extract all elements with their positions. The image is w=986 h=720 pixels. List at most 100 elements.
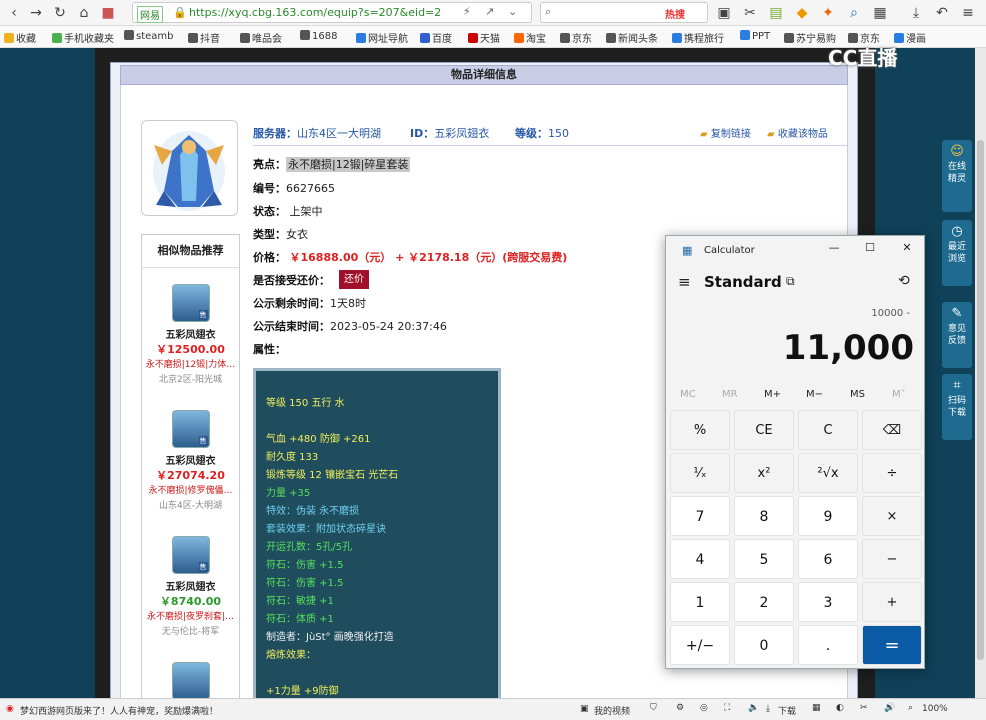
bookmark-item[interactable]: 收藏 [4,30,36,45]
digit-3-key[interactable]: 3 [798,582,858,622]
decimal-key[interactable]: . [798,625,858,665]
grid-icon[interactable]: ▦ [870,3,890,23]
bookmark-item[interactable]: 1688 [300,30,337,42]
digit-5-key[interactable]: 5 [734,539,794,579]
digit-8-key[interactable]: 8 [734,496,794,536]
bookmark-item[interactable]: 新闻头条 [606,30,658,45]
bargain-button[interactable]: 还价 [339,270,369,289]
divide-key[interactable]: ÷ [862,453,922,493]
memory-button[interactable]: MC [680,389,696,400]
memory-button[interactable]: M+ [764,389,781,400]
sidebar-item[interactable]: ⌗ 扫码下载 [942,374,972,440]
copy-link-button[interactable]: ▰ 复制链接 [700,125,751,140]
share-icon[interactable]: ↗ [485,5,494,18]
bookmark-item[interactable]: 携程旅行 [672,30,724,45]
subtract-key[interactable]: − [862,539,922,579]
digit-7-key[interactable]: 7 [670,496,730,536]
sound-icon[interactable]: 🔊 [884,703,895,713]
similar-item-thumb[interactable]: 售 [171,536,210,574]
download-icon[interactable]: ⤓ [906,3,926,23]
search-box[interactable]: ⌕ 热搜 [540,2,708,23]
memory-button[interactable]: MR [722,389,738,400]
screenshot-icon[interactable]: ▣ [714,3,734,23]
bag-icon[interactable]: ■ [98,3,118,23]
scroll-thumb[interactable] [977,140,984,660]
minimize-icon[interactable]: — [824,241,844,259]
sidebar-item[interactable]: ☺ 在线精灵 [942,140,972,212]
settings-icon[interactable]: ⚙ [676,703,684,713]
memory-button[interactable]: M˅ [892,389,906,400]
digit-9-key[interactable]: 9 [798,496,858,536]
similar-item-name[interactable]: 五彩凤翅衣 [141,578,240,593]
forward-icon[interactable]: → [26,3,46,23]
sidebar-item[interactable]: ◷ 最近浏览 [942,220,972,286]
digit-4-key[interactable]: 4 [670,539,730,579]
status-download-link[interactable]: 下载 [778,704,796,717]
bookmark-item[interactable]: 抖音 [188,30,220,45]
square-root-key[interactable]: ²√x [798,453,858,493]
zoom-level[interactable]: 100% [922,704,948,714]
bookmark-item[interactable]: 手机收藏夹 [52,30,114,45]
equals-key[interactable]: = [862,625,922,665]
similar-item-thumb[interactable]: 售 [171,284,210,322]
multiply-key[interactable]: × [862,496,922,536]
keep-on-top-icon[interactable]: ⧉ [786,274,795,289]
bookmark-item[interactable]: 唯品会 [240,30,282,45]
find-icon[interactable]: ⌕ [844,3,864,23]
my-videos-link[interactable]: 我的视频 [594,704,630,717]
memory-button[interactable]: M− [806,389,823,400]
bookmark-item[interactable]: 网址导航 [356,30,408,45]
shield-status-icon[interactable]: ⛉ [650,703,657,713]
digit-0-key[interactable]: 0 [734,625,794,665]
undo-icon[interactable]: ↶ [932,3,952,23]
bookmark-item[interactable]: PPT [740,30,770,42]
scissors-icon[interactable]: ✂ [740,3,760,23]
favorite-button[interactable]: ▰ 收藏该物品 [767,125,828,140]
close-icon[interactable]: ✕ [897,241,917,259]
similar-item-thumb[interactable] [171,662,210,700]
bookmark-item[interactable]: 百度 [420,30,452,45]
browser-icon[interactable]: ◎ [700,703,708,713]
tile-icon[interactable]: ▦ [812,703,821,713]
negate-key[interactable]: +/− [670,625,730,665]
square-key[interactable]: x² [734,453,794,493]
status-notice[interactable]: 梦幻西游网页版来了！人人有神宠，奖励爆满啦！ [20,704,218,717]
similar-item[interactable] [141,662,240,700]
hot-search-label[interactable]: 热搜 [665,6,685,21]
sidebar-item[interactable]: ✎ 意见反馈 [942,302,972,368]
hamburger-icon[interactable]: ≡ [678,273,691,291]
shield-icon[interactable]: ◆ [792,3,812,23]
backspace-key[interactable]: ⌫ [862,410,922,450]
bookmark-item[interactable]: steamb [124,30,174,42]
game-icon[interactable]: ✦ [818,3,838,23]
similar-item-thumb[interactable]: 售 [171,410,210,448]
zoom-icon[interactable]: ⌕ [908,703,913,713]
percent-key[interactable]: % [670,410,730,450]
digit-1-key[interactable]: 1 [670,582,730,622]
digit-6-key[interactable]: 6 [798,539,858,579]
history-icon[interactable]: ⟲ [898,273,910,289]
bookmark-item[interactable]: 京东 [560,30,592,45]
back-icon[interactable]: ‹ [4,3,24,23]
cut-icon[interactable]: ✂ [860,703,868,713]
similar-item-name[interactable]: 五彩凤翅衣 [141,326,240,341]
similar-item[interactable]: 售五彩凤翅衣 ￥27074.20 永不磨损|修罗傀儡… 山东4区-大明湖 [141,410,240,511]
refresh-icon[interactable]: ↻ [50,3,70,23]
bookmark-item[interactable]: 天猫 [468,30,500,45]
bookmark-item[interactable]: 淘宝 [514,30,546,45]
night-icon[interactable]: ◐ [836,703,844,713]
fullscreen-icon[interactable]: ⛶ [724,703,730,713]
audio-icon[interactable]: 🔈 [748,703,759,713]
add-key[interactable]: + [862,582,922,622]
extension-icon[interactable]: ▤ [766,3,786,23]
address-bar[interactable]: 网易 🔒 https://xyq.cbg.163.com/equip?s=207… [132,2,532,23]
reciprocal-key[interactable]: ¹⁄ₓ [670,453,730,493]
lightning-icon[interactable]: ⚡ [463,5,471,18]
chevron-down-icon[interactable]: ⌄ [508,5,517,18]
similar-item[interactable]: 售五彩凤翅衣 ￥8740.00 永不磨损|夜罗刹套|… 无与伦比-将军 [141,536,240,637]
maximize-icon[interactable]: ☐ [860,241,880,259]
clear-entry-key[interactable]: CE [734,410,794,450]
digit-2-key[interactable]: 2 [734,582,794,622]
memory-button[interactable]: MS [850,389,865,400]
menu-icon[interactable]: ≡ [958,3,978,23]
